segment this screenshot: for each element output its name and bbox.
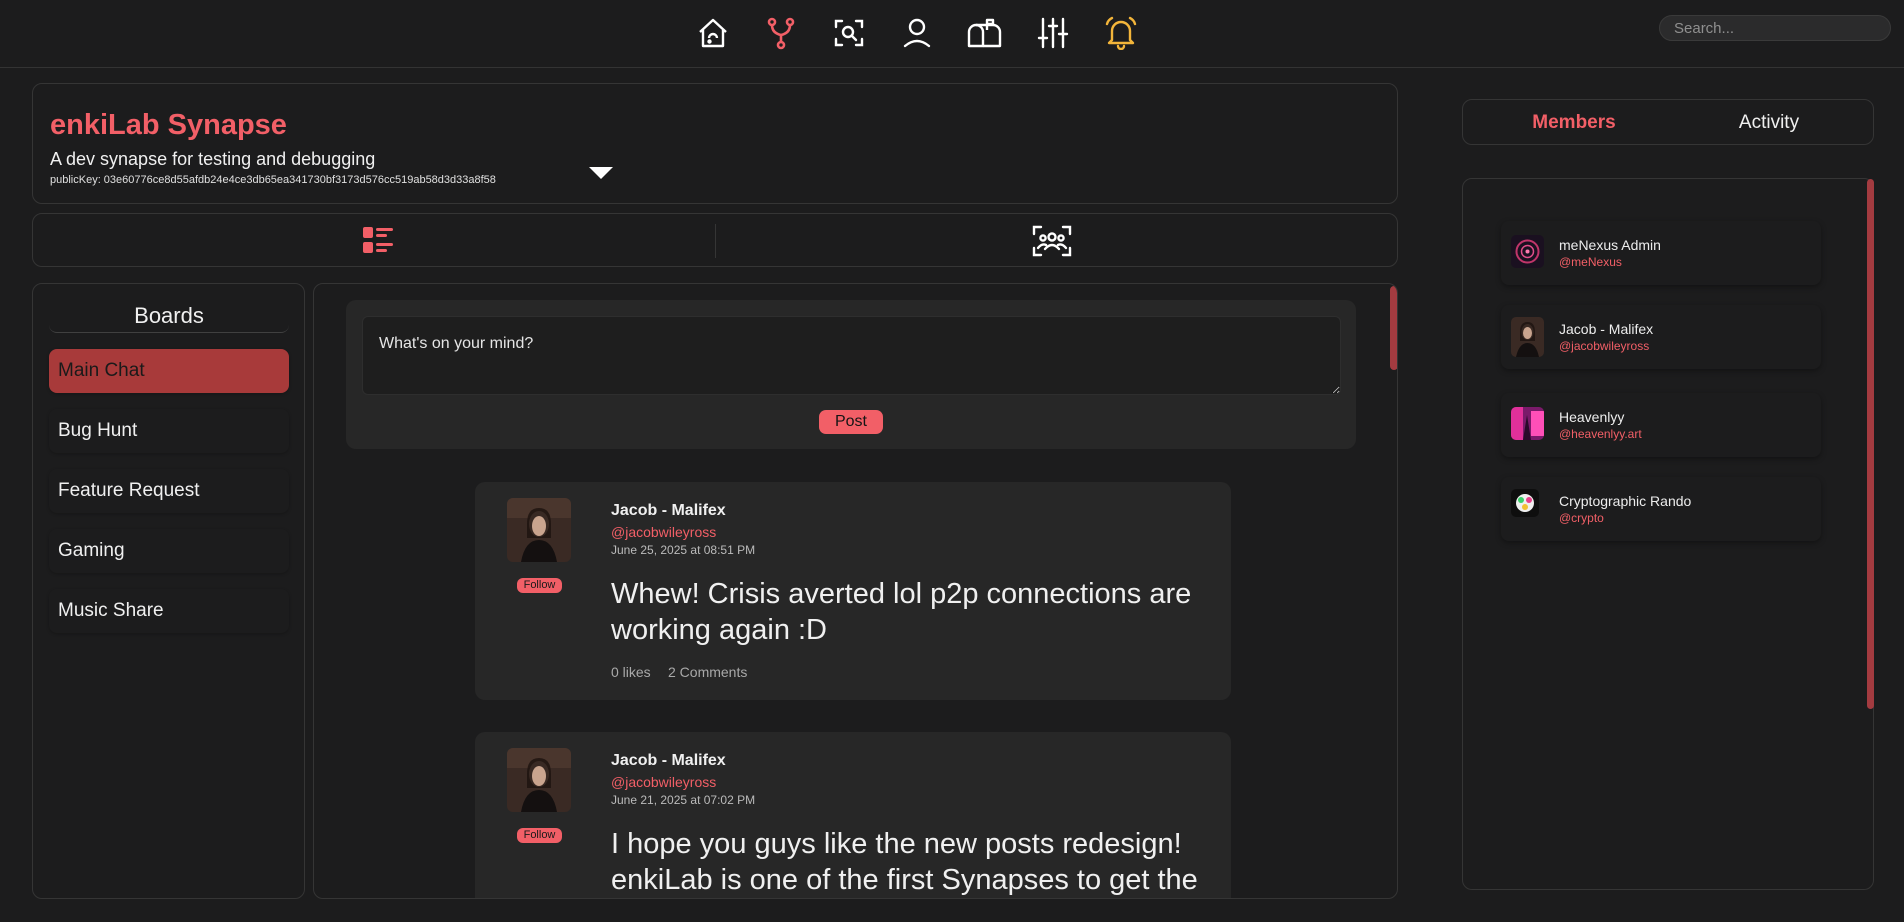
- search-scan-icon[interactable]: [828, 12, 870, 54]
- profile-icon[interactable]: [896, 12, 938, 54]
- post-author[interactable]: Jacob - Malifex: [611, 502, 726, 520]
- post-card: Follow Jacob - Malifex @jacobwileyross J…: [475, 732, 1231, 898]
- member-item[interactable]: Cryptographic Rando @crypto: [1501, 477, 1821, 541]
- post-textarea[interactable]: [362, 316, 1341, 395]
- board-item-bug-hunt[interactable]: Bug Hunt: [49, 409, 289, 453]
- boards-title: Boards: [49, 298, 289, 333]
- post-button[interactable]: Post: [819, 410, 883, 434]
- members-panel: meNexus Admin @meNexus Jacob - Malifex @…: [1462, 178, 1874, 890]
- tab-members[interactable]: Members: [1463, 100, 1685, 146]
- avatar: [1511, 407, 1544, 440]
- member-item[interactable]: Heavenlyy @heavenlyy.art: [1501, 393, 1821, 457]
- settings-sliders-icon[interactable]: [1032, 12, 1074, 54]
- members-view-icon[interactable]: [1032, 225, 1072, 257]
- post-timestamp: June 25, 2025 at 08:51 PM: [611, 543, 756, 557]
- avatar[interactable]: [507, 748, 571, 812]
- post-body: I hope you guys like the new posts redes…: [611, 828, 1198, 896]
- member-handle: @meNexus: [1559, 255, 1622, 269]
- top-navigation-bar: [0, 0, 1904, 68]
- home-icon[interactable]: [692, 12, 734, 54]
- member-handle: @crypto: [1559, 511, 1604, 525]
- members-scrollbar[interactable]: [1867, 179, 1874, 709]
- post-likes[interactable]: 0 likes: [611, 664, 651, 680]
- board-item-feature-request[interactable]: Feature Request: [49, 469, 289, 513]
- post-handle[interactable]: @jacobwileyross: [611, 524, 716, 540]
- member-item[interactable]: Jacob - Malifex @jacobwileyross: [1501, 305, 1821, 369]
- synapse-description: A dev synapse for testing and debugging: [50, 149, 376, 169]
- member-name: Heavenlyy: [1559, 409, 1625, 425]
- synapse-fork-icon[interactable]: [760, 12, 802, 54]
- toggle-divider: [715, 224, 716, 258]
- member-name: Cryptographic Rando: [1559, 493, 1692, 509]
- post-body: Whew! Crisis averted lol p2p connections…: [611, 578, 1192, 646]
- synapse-title: enkiLab Synapse: [50, 109, 287, 141]
- post-author[interactable]: Jacob - Malifex: [611, 752, 726, 770]
- post-composer: Post: [346, 300, 1356, 449]
- member-handle: @heavenlyy.art: [1559, 427, 1642, 441]
- search-input[interactable]: [1659, 15, 1891, 41]
- post-card: Follow Jacob - Malifex @jacobwileyross J…: [475, 482, 1231, 700]
- view-toggle-bar: [32, 213, 1398, 267]
- member-name: meNexus Admin: [1559, 237, 1661, 253]
- follow-button[interactable]: Follow: [517, 578, 562, 593]
- avatar: [1511, 235, 1544, 268]
- member-name: Jacob - Malifex: [1559, 321, 1654, 337]
- post-comments[interactable]: 2 Comments: [668, 664, 747, 680]
- expand-caret-icon[interactable]: [588, 166, 614, 180]
- mailbox-icon[interactable]: [964, 12, 1006, 54]
- right-tabs: Members Activity: [1462, 99, 1874, 145]
- tab-activity[interactable]: Activity: [1663, 100, 1875, 146]
- avatar: [1511, 489, 1539, 517]
- feed-view-icon[interactable]: [363, 227, 395, 255]
- board-item-gaming[interactable]: Gaming: [49, 529, 289, 573]
- avatar: [1511, 317, 1544, 357]
- notifications-bell-icon[interactable]: [1100, 12, 1142, 54]
- post-timestamp: June 21, 2025 at 07:02 PM: [611, 793, 756, 807]
- boards-panel: Boards Main Chat Bug Hunt Feature Reques…: [32, 283, 305, 899]
- member-item[interactable]: meNexus Admin @meNexus: [1501, 221, 1821, 285]
- avatar[interactable]: [507, 498, 571, 562]
- follow-button[interactable]: Follow: [517, 828, 562, 843]
- feed-scrollbar[interactable]: [1390, 286, 1397, 370]
- public-key: publicKey: 03e60776ce8d55afdb24e4ce3db65…: [50, 174, 496, 186]
- board-item-music-share[interactable]: Music Share: [49, 589, 289, 633]
- feed-panel: Post Follow Jacob - Malifex @jacobwileyr…: [313, 283, 1398, 899]
- synapse-header: enkiLab Synapse A dev synapse for testin…: [32, 83, 1398, 204]
- post-handle[interactable]: @jacobwileyross: [611, 774, 716, 790]
- board-item-main-chat[interactable]: Main Chat: [49, 349, 289, 393]
- member-handle: @jacobwileyross: [1559, 339, 1650, 353]
